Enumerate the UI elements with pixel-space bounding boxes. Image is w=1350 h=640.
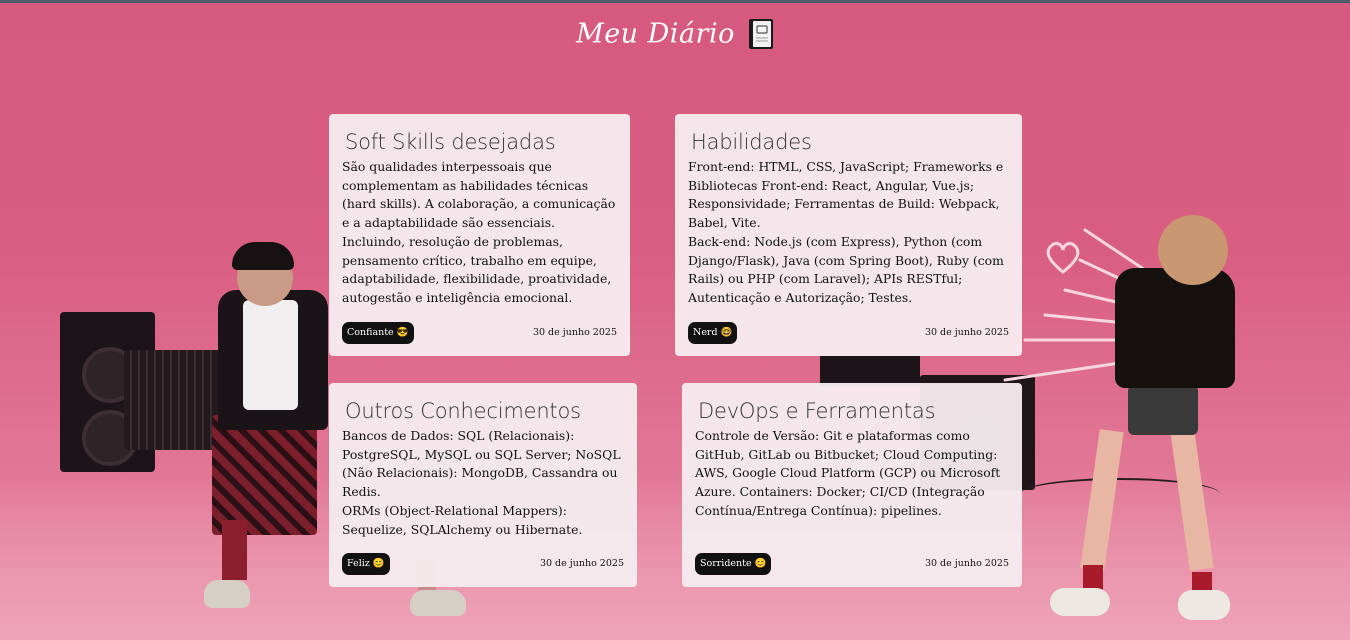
- amplifier-right-top: [820, 356, 920, 386]
- diary-card-soft-skills[interactable]: Soft Skills desejadas São qualidades int…: [329, 114, 630, 356]
- person-right-jacket: [1115, 268, 1235, 388]
- mood-badge: Confiante 😎: [342, 322, 414, 344]
- diary-card-habilidades[interactable]: Habilidades Front-end: HTML, CSS, JavaSc…: [675, 114, 1022, 356]
- card-footer: Nerd 🤓 30 de junho 2025: [688, 322, 1009, 344]
- heart-icon: [1046, 241, 1080, 274]
- mood-badge: Nerd 🤓: [688, 322, 738, 344]
- notebook-icon: [748, 19, 773, 49]
- person-right-shorts: [1128, 385, 1198, 435]
- card-footer: Feliz 😊 30 de junho 2025: [342, 553, 624, 575]
- person-right-shoe: [1050, 588, 1110, 616]
- card-body: Controle de Versão: Git e plataformas co…: [695, 428, 1001, 518]
- top-border: [0, 0, 1350, 3]
- card-footer: Sorridente 😊 30 de junho 2025: [695, 553, 1009, 575]
- card-body: Front-end: HTML, CSS, JavaScript; Framew…: [688, 159, 1004, 305]
- person-left-cap: [232, 242, 294, 270]
- person-left-shoe: [204, 580, 250, 608]
- card-body: São qualidades interpessoais que complem…: [342, 159, 616, 305]
- card-title: DevOps e Ferramentas: [698, 399, 936, 423]
- card-footer: Confiante 😎 30 de junho 2025: [342, 322, 617, 344]
- person-left-leg: [222, 520, 247, 580]
- page-title: Meu Diário: [576, 18, 735, 50]
- mood-badge: Sorridente 😊: [695, 553, 772, 575]
- person-right-shoe2: [1178, 590, 1230, 620]
- person-right-hair: [1158, 215, 1228, 285]
- card-date: 30 de junho 2025: [924, 558, 1009, 569]
- card-title: Soft Skills desejadas: [345, 130, 556, 154]
- diary-card-outros-conhecimentos[interactable]: Outros Conhecimentos Bancos de Dados: SQ…: [329, 383, 637, 587]
- person-left-shirt: [243, 300, 298, 410]
- card-date: 30 de junho 2025: [532, 327, 617, 338]
- card-date: 30 de junho 2025: [924, 327, 1009, 338]
- card-body: Bancos de Dados: SQL (Relacionais): Post…: [342, 428, 621, 537]
- card-title: Outros Conhecimentos: [345, 399, 581, 423]
- diary-card-devops[interactable]: DevOps e Ferramentas Controle de Versão:…: [682, 383, 1022, 587]
- header: Meu Diário: [0, 18, 1350, 50]
- person-left-shoe2: [410, 590, 466, 616]
- mood-badge: Feliz 😊: [342, 553, 390, 575]
- card-title: Habilidades: [691, 130, 812, 154]
- person-left-plaid: [212, 415, 317, 535]
- card-date: 30 de junho 2025: [539, 558, 624, 569]
